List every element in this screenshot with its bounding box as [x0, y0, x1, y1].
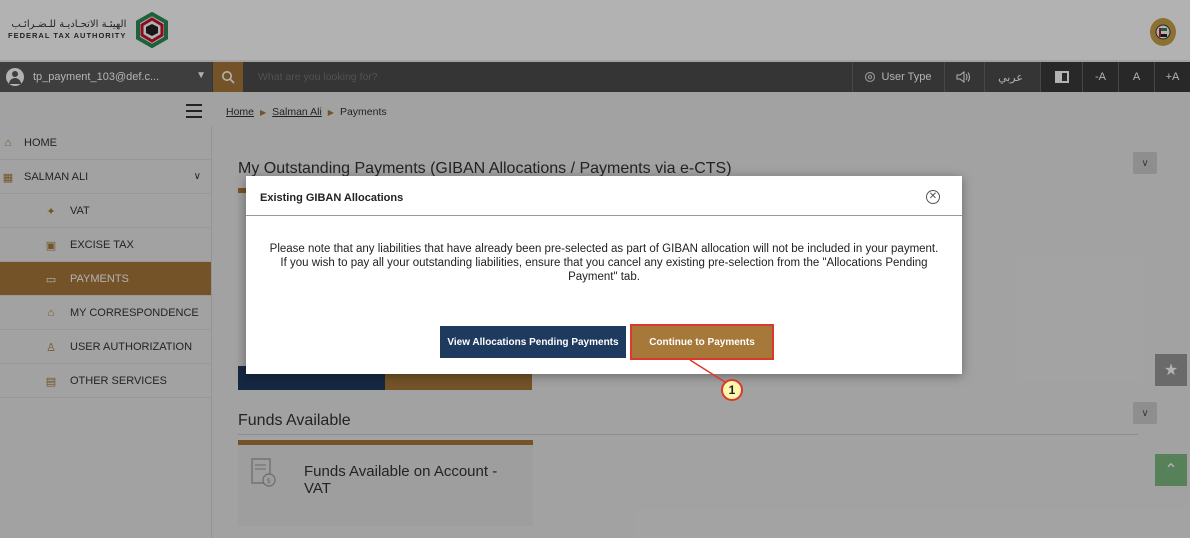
giban-allocations-modal: Existing GIBAN Allocations ✕ Please note…	[246, 176, 962, 374]
modal-message: Please note that any liabilities that ha…	[269, 243, 939, 283]
step-badge: 1	[721, 379, 743, 401]
view-allocations-pending-button[interactable]: View Allocations Pending Payments	[440, 326, 626, 358]
modal-title: Existing GIBAN Allocations	[260, 192, 404, 204]
continue-to-payments-button[interactable]: Continue to Payments	[630, 324, 774, 360]
modal-header: Existing GIBAN Allocations ✕	[246, 176, 962, 216]
close-icon[interactable]: ✕	[926, 190, 940, 204]
